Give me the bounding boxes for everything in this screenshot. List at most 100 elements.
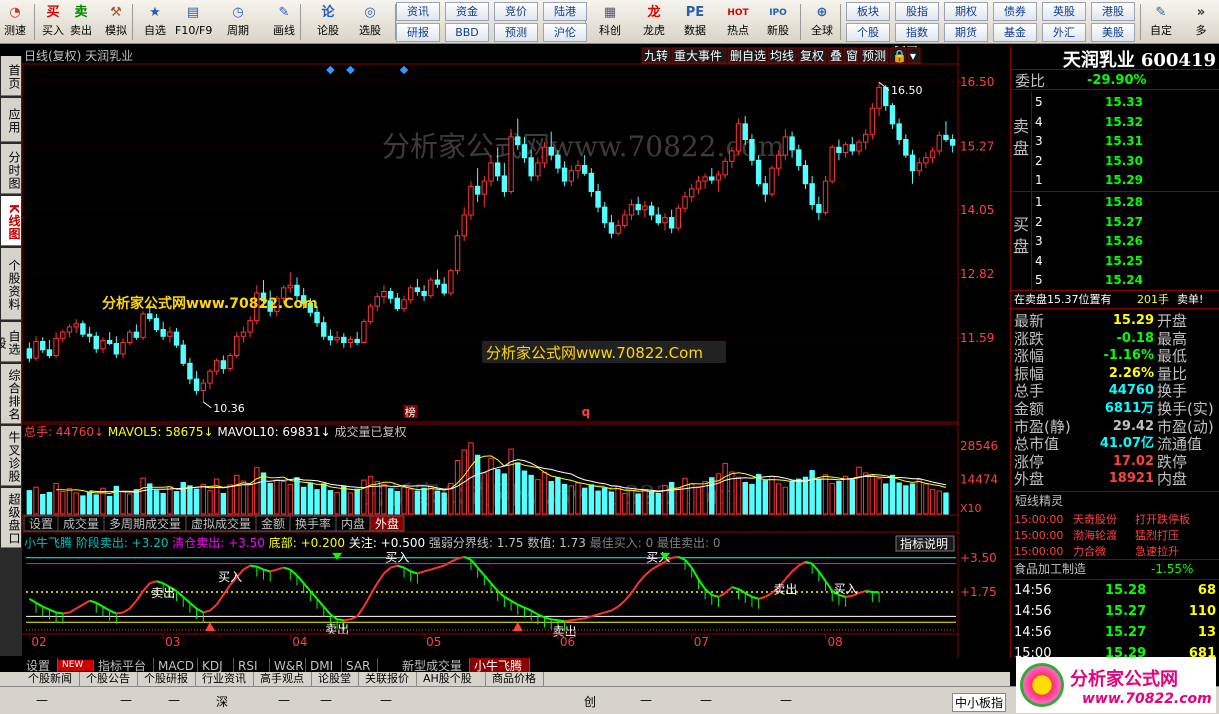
toolbar-clock-button[interactable]: ◔ 测速: [0, 2, 30, 42]
toolbar-pen-button[interactable]: ✎ 画线: [266, 2, 302, 42]
ask-row[interactable]: 4 15.32: [1011, 113, 1219, 131]
market-button[interactable]: 债券: [993, 2, 1037, 21]
status-index[interactable]: 中小板指: [952, 693, 1007, 712]
pe-icon: PE: [685, 5, 705, 20]
volume-bar: [60, 491, 66, 515]
toolbar-f10-button[interactable]: ▤ F10/F9: [175, 2, 212, 42]
market-button[interactable]: 港股: [1091, 2, 1135, 21]
quick-button[interactable]: BBD: [445, 23, 489, 42]
toolbar-dragon-button[interactable]: 龙龙虎: [636, 2, 672, 42]
quick-button[interactable]: 竞价: [494, 2, 538, 21]
info-tab[interactable]: 行业资讯: [196, 672, 254, 686]
candle-body: [133, 331, 140, 338]
market-button[interactable]: 期权: [944, 2, 988, 21]
ask-row[interactable]: 2 15.30: [1011, 152, 1219, 170]
logo-url: www.70822.com: [1082, 691, 1212, 707]
candle-body: [903, 138, 909, 156]
market-button[interactable]: 板块: [846, 2, 890, 21]
toolbar-science-button[interactable]: ▦ 科创: [592, 2, 628, 42]
ask-row[interactable]: 1 15.29: [1011, 171, 1219, 189]
market-button[interactable]: 期货: [944, 23, 988, 42]
indicator-tab[interactable]: NEW: [58, 660, 94, 671]
bid-row[interactable]: 2 15.27: [1011, 213, 1219, 231]
indicator-segment: [336, 618, 344, 622]
toolbar-hot-button[interactable]: HOT 热点: [720, 2, 756, 42]
volume-bar: [782, 486, 789, 515]
chart-canvas[interactable]: 日线(复权) 天润乳业 九转 重大事件 删自选 均线 复权叠窗预测 🔒 ▾ 16.50 15.27…: [21, 35, 1008, 658]
market-button[interactable]: 基金: [993, 23, 1037, 42]
tick-qty: 110: [1188, 604, 1216, 619]
volume-bar: [735, 476, 742, 515]
volume-bar: [26, 490, 33, 515]
toolbar-globe-button[interactable]: ⊕ 全球: [804, 2, 840, 42]
candle-body: [80, 323, 86, 335]
market-button[interactable]: 个股: [846, 23, 890, 42]
toolbar-more-button[interactable]: » 多: [1186, 2, 1216, 42]
quick-button[interactable]: 资金: [445, 2, 489, 21]
quick-button[interactable]: 资讯: [396, 2, 440, 21]
info-tab[interactable]: AH股个股: [417, 672, 486, 686]
info-tab[interactable]: 个股新闻: [22, 672, 80, 686]
toolbar-custom-button[interactable]: ✎ 自定: [1146, 2, 1176, 42]
toolbar-period-button[interactable]: ◷ 周期: [220, 2, 256, 42]
toolbar-select-stock-button[interactable]: ◎ 选股: [352, 2, 388, 42]
bid-row[interactable]: 1 15.28: [1011, 193, 1219, 211]
market-button[interactable]: 美股: [1091, 23, 1135, 42]
toolbar-star-button[interactable]: ★ 自选: [137, 2, 173, 42]
toolbar-sell-button[interactable]: 卖卖出: [66, 2, 96, 42]
ask-row[interactable]: 3 15.31: [1011, 132, 1219, 150]
volume-bar: [528, 474, 534, 515]
toolbar-hammer-button[interactable]: ⚒ 模拟: [98, 2, 134, 42]
left-tab-3[interactable]: K线图: [1, 196, 21, 246]
indicator-segment: [865, 590, 873, 593]
candle-body: [66, 326, 73, 333]
toolbar-forum-button[interactable]: 论论股: [310, 2, 346, 42]
indicator-segment: [551, 618, 559, 622]
info-tab[interactable]: 个股公告: [80, 672, 138, 686]
bid-row[interactable]: 5 15.24: [1011, 271, 1219, 289]
volume-bar: [93, 494, 99, 515]
ask-row[interactable]: 5 15.33: [1011, 93, 1219, 111]
left-tab-1[interactable]: 应用: [1, 98, 21, 142]
volume-bar: [508, 448, 514, 515]
tick-price: 15.27: [1105, 625, 1147, 640]
quick-button[interactable]: 预测: [494, 23, 538, 42]
left-tab-2[interactable]: 分时图: [1, 144, 21, 194]
candle-body: [86, 333, 93, 337]
toolbar-button-label: 全球: [811, 24, 833, 37]
sector-row[interactable]: 食品加工制造 -1.55%: [1011, 560, 1219, 578]
candle-body: [414, 287, 421, 292]
toolbar-ipo-button[interactable]: IPO 新股: [760, 2, 796, 42]
market-button[interactable]: 股指: [895, 2, 939, 21]
quick-button[interactable]: 陆港: [543, 2, 587, 21]
left-tab-7[interactable]: 牛叉诊股: [1, 426, 21, 486]
market-button[interactable]: 外汇: [1042, 23, 1086, 42]
bid-row[interactable]: 4 15.25: [1011, 252, 1219, 270]
volume-bar: [602, 487, 608, 515]
indicator-help-label: 指标说明: [900, 536, 948, 551]
volume-tick-label: 28546: [960, 439, 998, 453]
info-tab[interactable]: 高手观点: [254, 672, 312, 686]
market-button[interactable]: 英股: [1042, 2, 1086, 21]
volume-bar: [267, 482, 273, 515]
q-marker-label: q: [582, 405, 591, 419]
market-button[interactable]: 指数: [895, 23, 939, 42]
toolbar-pe-button[interactable]: PE 数据: [677, 2, 713, 42]
bid-row[interactable]: 3 15.26: [1011, 232, 1219, 250]
info-tab[interactable]: 关联报价: [359, 672, 417, 686]
info-tab[interactable]: 个股研报: [138, 672, 196, 686]
info-tab[interactable]: 论股堂: [312, 672, 359, 686]
left-tab-5[interactable]: 自选股: [0, 322, 21, 362]
info-tab[interactable]: 商品价格: [486, 672, 544, 686]
toolbar-buy-button[interactable]: 买买入: [38, 2, 68, 42]
candle-body: [454, 235, 461, 272]
left-tab-8[interactable]: 超级盘口: [1, 488, 21, 548]
candle-body: [327, 335, 334, 341]
left-tab-0[interactable]: 首页: [1, 56, 21, 96]
candle-body: [173, 331, 180, 346]
quick-button[interactable]: 研报: [396, 23, 440, 42]
quick-button[interactable]: 沪伦: [543, 23, 587, 42]
left-tab-4[interactable]: 个股资料: [1, 248, 21, 320]
left-tab-6[interactable]: 综合排名: [1, 364, 21, 424]
quote-row: 涨停 17.02 跌停: [1011, 453, 1219, 471]
